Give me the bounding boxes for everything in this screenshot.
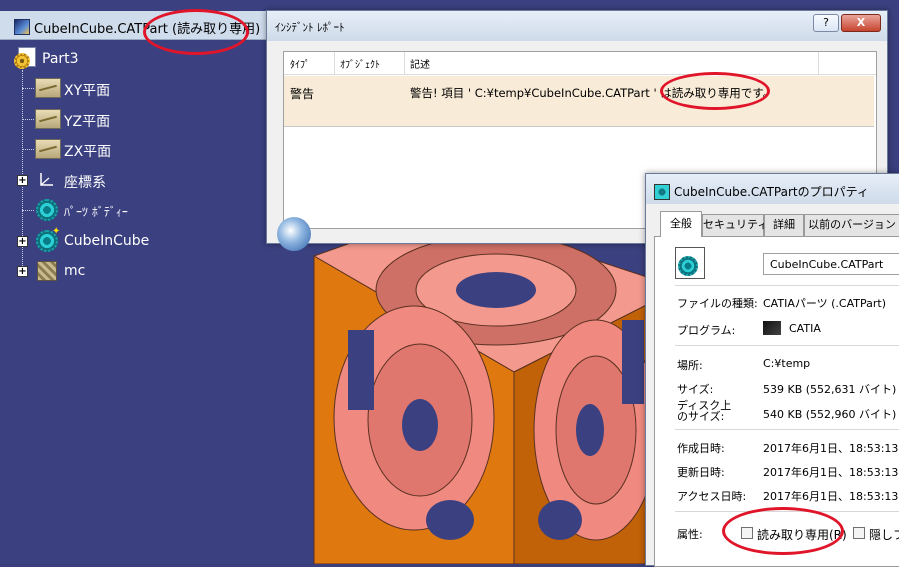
separator [675,345,899,346]
plane-icon [35,139,61,159]
expand-plus-icon[interactable]: + [17,175,28,186]
annotation-oval-readonly-checkbox [722,507,844,555]
tree-item-xy-plane[interactable]: XY平面 [64,80,110,100]
column-divider [334,52,335,74]
label-file-type: ファイルの種類: [677,297,758,310]
separator [675,429,899,430]
tree-item-cubeincube[interactable]: CubeInCube [64,233,149,249]
catpart-gear-icon [678,256,698,276]
label-location: 場所: [677,359,703,372]
incident-title-bar[interactable] [267,11,887,41]
globe-icon [277,217,311,251]
column-divider [818,52,819,74]
part-gear-icon [14,53,30,69]
annotation-oval-readonly-message [660,72,770,110]
tab-previous-versions[interactable]: 以前のバージョン [804,214,899,236]
part-body-gear-icon [36,199,58,221]
catpart-file-icon [654,184,670,200]
label-attributes: 属性: [677,528,703,541]
tree-item-yz-plane[interactable]: YZ平面 [64,111,110,131]
label-created: 作成日時: [677,442,725,455]
hidden-label[interactable]: 隠しファ [869,526,899,543]
properties-dialog-title: CubeInCube.CATPartのプロパティ [674,185,869,199]
geometrical-set-icon [37,261,57,281]
tab-general[interactable]: セキュリティ [702,214,768,236]
tree-item-zx-plane[interactable]: ZX平面 [64,141,111,161]
expand-plus-icon[interactable]: + [17,266,28,277]
value-accessed: 2017年6月1日、18:53:13 [763,490,899,503]
value-location: C:¥temp [763,357,811,370]
catpart-large-icon [675,247,705,279]
spec-tree: Part3 XY平面 YZ平面 ZX平面 + 座標系 ﾊﾟｰﾂ ﾎﾞﾃﾞｨｰ +… [0,40,270,300]
tree-branch-line [22,119,34,120]
tree-branch-line [22,88,34,89]
tab-details[interactable]: 詳細 [764,214,804,236]
value-size: 539 KB (552,631 バイト) [763,383,897,396]
label-size-on-disk: ディスク上 のサイズ: [677,399,732,423]
star-badge-icon: ✦ [52,226,61,237]
annotation-oval-title [143,9,249,55]
label-modified: 更新日時: [677,466,725,479]
label-size: サイズ: [677,383,714,396]
label-program: プログラム: [677,324,736,337]
value-modified: 2017年6月1日、18:53:13 [763,466,899,479]
value-size-on-disk: 540 KB (552,960 バイト) [763,408,897,421]
table-row[interactable] [284,76,874,127]
incident-dialog-title: ｲﾝｼﾃﾞﾝﾄ ﾚﾎﾟｰﾄ [275,21,345,34]
tree-branch-line [22,210,34,211]
expand-plus-icon[interactable]: + [17,236,28,247]
tree-branch-line [22,149,34,150]
value-created: 2017年6月1日、18:53:13 [763,442,899,455]
plane-icon [35,109,61,129]
catia-program-icon [763,321,781,335]
column-header-description[interactable]: 記述 [410,56,430,71]
column-divider [404,52,405,74]
tree-item-mc[interactable]: mc [64,263,85,279]
help-button[interactable]: ? [813,14,839,32]
close-button[interactable]: X [841,14,881,32]
value-program: CATIA [789,322,821,335]
tree-item-part-body[interactable]: ﾊﾟｰﾂ ﾎﾞﾃﾞｨｰ [64,203,128,220]
tree-item-axis-system[interactable]: 座標系 [64,172,106,192]
axis-system-icon [40,173,53,186]
separator [675,285,899,286]
label-accessed: アクセス日時: [677,490,747,503]
tree-root-part3[interactable]: Part3 [42,51,79,67]
value-file-type: CATIAパーツ (.CATPart) [763,297,886,310]
row-type: 警告 [290,87,315,101]
column-header-object[interactable]: ｵﾌﾞｼﾞｪｸﾄ [340,56,380,71]
column-header-type[interactable]: ﾀｲﾌﾟ [290,56,310,71]
hidden-checkbox[interactable] [853,527,865,539]
tab-general-active[interactable]: 全般 [660,211,702,237]
catia-app-icon [14,19,30,35]
filename-input[interactable]: CubeInCube.CATPart [763,253,899,275]
plane-icon [35,78,61,98]
